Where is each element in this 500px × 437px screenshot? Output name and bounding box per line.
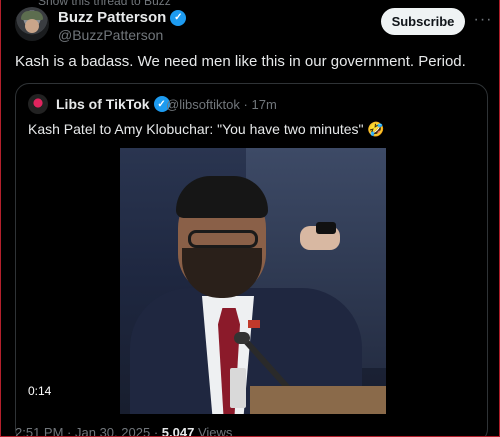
quoted-post-text: Kash Patel to Amy Klobuchar: "You have t…: [28, 121, 385, 137]
subscribe-button[interactable]: Subscribe: [381, 8, 465, 35]
video-player[interactable]: [120, 148, 386, 414]
verified-badge-icon: ✓: [170, 9, 187, 26]
video-microphone-head: [234, 332, 250, 344]
video-duration-badge: 0:14: [28, 384, 52, 398]
quoted-time-ago: 17m: [251, 97, 277, 112]
more-options-icon[interactable]: ···: [473, 10, 493, 30]
post-text: Kash is a badass. We need men like this …: [15, 53, 466, 70]
meta-separator: ·: [243, 97, 248, 112]
quoted-author-name-text: Libs of TikTok: [56, 96, 150, 112]
author-name-text: Buzz Patterson: [58, 9, 167, 26]
cut-off-context-text: Show this thread to Buzz: [38, 0, 171, 8]
avatar-face: [25, 19, 39, 33]
quoted-author-name[interactable]: Libs of TikTok ✓: [56, 96, 170, 112]
quoted-author-avatar[interactable]: [28, 94, 48, 114]
video-speaker-glasses: [188, 230, 258, 248]
video-desk: [250, 386, 386, 414]
author-avatar[interactable]: [15, 7, 49, 41]
video-flag-pin: [248, 320, 260, 328]
video-phone: [316, 222, 336, 234]
author-handle[interactable]: @BuzzPatterson: [58, 27, 163, 43]
author-name[interactable]: Buzz Patterson ✓: [58, 9, 187, 26]
video-cup: [230, 368, 246, 408]
video-speaker-hair: [176, 176, 268, 218]
quoted-author-handle: @libsoftiktok: [166, 97, 240, 112]
quoted-meta: @libsoftiktok · 17m: [166, 97, 277, 112]
quoted-post-card[interactable]: Libs of TikTok ✓ @libsoftiktok · 17m Kas…: [15, 83, 488, 437]
frame-border-left: [0, 0, 1, 437]
